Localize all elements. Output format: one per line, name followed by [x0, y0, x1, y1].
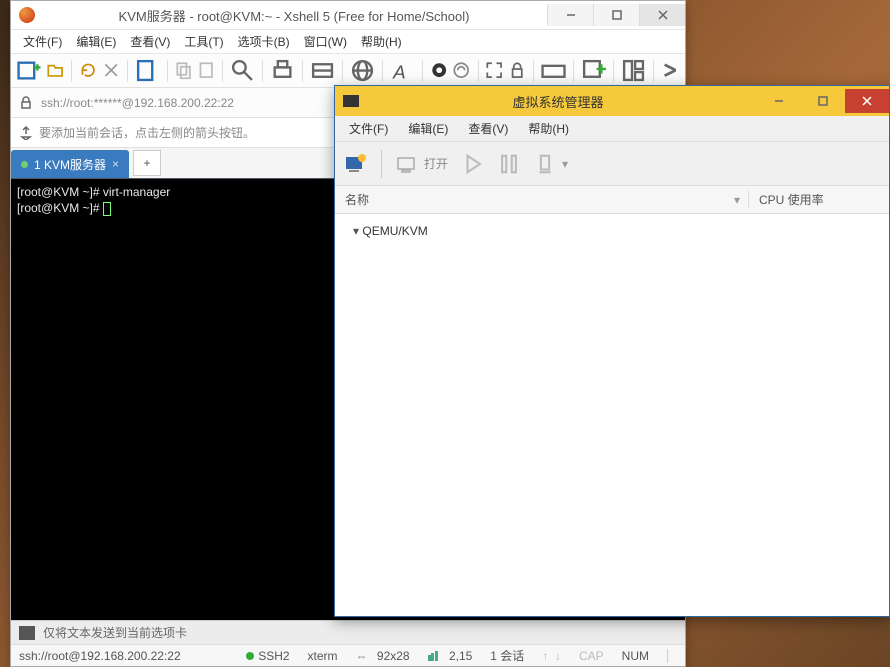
paste-button[interactable]: [197, 60, 215, 82]
status-address: ssh://root@192.168.200.22:22: [19, 649, 181, 663]
status-bar: ssh://root@192.168.200.22:22 SSH2 xterm …: [11, 644, 685, 666]
vmgr-toolbar: 打开 ▾: [335, 142, 889, 186]
keyboard-button[interactable]: [541, 60, 566, 82]
lock-icon: [19, 96, 33, 110]
expand-icon[interactable]: ▾: [353, 224, 359, 238]
vmgr-new-vm-button[interactable]: [345, 154, 367, 174]
status-num: NUM: [622, 649, 649, 663]
status-term: xterm: [308, 649, 338, 663]
menu-help[interactable]: 帮助(H): [355, 31, 408, 52]
lock-button[interactable]: [508, 60, 526, 82]
reconnect-button[interactable]: [79, 60, 97, 82]
font-button[interactable]: A: [390, 60, 415, 82]
vmgr-menu-help[interactable]: 帮助(H): [520, 118, 577, 139]
toolbar-more-button[interactable]: [661, 60, 679, 82]
session-tab-1[interactable]: 1 KVM服务器 ×: [11, 150, 129, 178]
chevron-down-icon: ▾: [562, 157, 568, 171]
vmgr-pause-button[interactable]: [498, 154, 520, 174]
vmgr-maximize-button[interactable]: [801, 89, 845, 113]
status-proto: SSH2: [246, 649, 289, 663]
menu-tools[interactable]: 工具(T): [178, 31, 229, 52]
status-pos: 2,15: [428, 649, 473, 663]
close-button[interactable]: [639, 4, 685, 26]
vmgr-menubar: 文件(F) 编辑(E) 查看(V) 帮助(H): [335, 116, 889, 142]
vmgr-close-button[interactable]: [845, 89, 889, 113]
vmgr-col-cpu[interactable]: CPU 使用率: [749, 191, 889, 208]
status-sess: 1 会话: [490, 647, 524, 664]
vmgr-open-button[interactable]: 打开: [396, 154, 448, 174]
xshell-menubar: 文件(F) 编辑(E) 查看(V) 工具(T) 选项卡(B) 窗口(W) 帮助(…: [11, 30, 685, 54]
print-button[interactable]: [270, 60, 295, 82]
terminal-prompt: [root@KVM ~]#: [17, 201, 103, 215]
virt-manager-window: 虚拟系统管理器 文件(F) 编辑(E) 查看(V) 帮助(H) 打开 ▾ 名称 ▾…: [334, 85, 890, 617]
menu-window[interactable]: 窗口(W): [298, 31, 353, 52]
script-button[interactable]: [452, 60, 470, 82]
open-session-button[interactable]: [46, 60, 64, 82]
xshell-app-icon: [19, 7, 35, 23]
tab-label: 1 KVM服务器: [34, 156, 106, 173]
xshell-toolbar: A: [11, 54, 685, 88]
new-session-button[interactable]: [17, 60, 42, 82]
terminal-line: [root@KVM ~]# virt-manager: [17, 185, 170, 199]
vmgr-minimize-button[interactable]: [757, 89, 801, 113]
vmgr-connection-label: QEMU/KVM: [362, 224, 427, 238]
menu-edit[interactable]: 编辑(E): [70, 31, 122, 52]
minimize-button[interactable]: [547, 4, 593, 26]
vmgr-run-button[interactable]: [462, 154, 484, 174]
menu-file[interactable]: 文件(F): [17, 31, 68, 52]
sort-desc-icon[interactable]: ▾: [734, 193, 740, 207]
vmgr-shutdown-button[interactable]: ▾: [534, 154, 568, 174]
vmgr-table-body[interactable]: ▾ QEMU/KVM: [335, 214, 889, 616]
compose-hint: 仅将文本发送到当前选项卡: [43, 624, 187, 641]
menu-view[interactable]: 查看(V): [124, 31, 176, 52]
disconnect-button[interactable]: [102, 60, 120, 82]
copy-button[interactable]: [175, 60, 193, 82]
vmgr-titlebar[interactable]: 虚拟系统管理器: [335, 86, 889, 116]
tab-close-icon[interactable]: ×: [112, 157, 119, 171]
terminal-cursor: [103, 202, 111, 216]
vmgr-connection-row[interactable]: ▾ QEMU/KVM: [353, 222, 871, 240]
layout-button[interactable]: [621, 60, 646, 82]
compose-icon: [19, 626, 35, 640]
tab-status-dot: [21, 161, 28, 168]
vmgr-table-header: 名称 ▾ CPU 使用率: [335, 186, 889, 214]
fullscreen-button[interactable]: [485, 60, 503, 82]
vmgr-col-name[interactable]: 名称: [345, 191, 369, 208]
transfer-button[interactable]: [310, 60, 335, 82]
status-size: ⇔ 92x28: [356, 649, 410, 663]
xshell-title: KVM服务器 - root@KVM:~ - Xshell 5 (Free for…: [41, 6, 547, 25]
add-button[interactable]: [581, 60, 606, 82]
vmgr-menu-file[interactable]: 文件(F): [341, 118, 396, 139]
color-button[interactable]: [430, 60, 448, 82]
pin-icon[interactable]: [19, 126, 33, 140]
menu-tabs[interactable]: 选项卡(B): [232, 31, 296, 52]
vmgr-menu-edit[interactable]: 编辑(E): [400, 118, 456, 139]
xshell-titlebar[interactable]: KVM服务器 - root@KVM:~ - Xshell 5 (Free for…: [11, 1, 685, 30]
vmgr-open-label: 打开: [424, 155, 448, 172]
new-tab-button[interactable]: +: [133, 150, 161, 176]
status-cap: CAP: [579, 649, 604, 663]
properties-button[interactable]: [135, 60, 160, 82]
find-button[interactable]: [230, 60, 255, 82]
status-grip[interactable]: [667, 649, 677, 663]
vmgr-menu-view[interactable]: 查看(V): [460, 118, 516, 139]
vmgr-app-icon: [343, 95, 359, 107]
hint-text: 要添加当前会话，点击左侧的箭头按钮。: [39, 124, 255, 141]
svg-text:A: A: [392, 61, 406, 82]
compose-bar[interactable]: 仅将文本发送到当前选项卡: [11, 620, 685, 644]
globe-button[interactable]: [350, 60, 375, 82]
status-arrows: ↑ ↓: [542, 649, 561, 663]
address-text: ssh://root:******@192.168.200.22:22: [41, 96, 234, 110]
vmgr-title: 虚拟系统管理器: [359, 92, 757, 111]
maximize-button[interactable]: [593, 4, 639, 26]
